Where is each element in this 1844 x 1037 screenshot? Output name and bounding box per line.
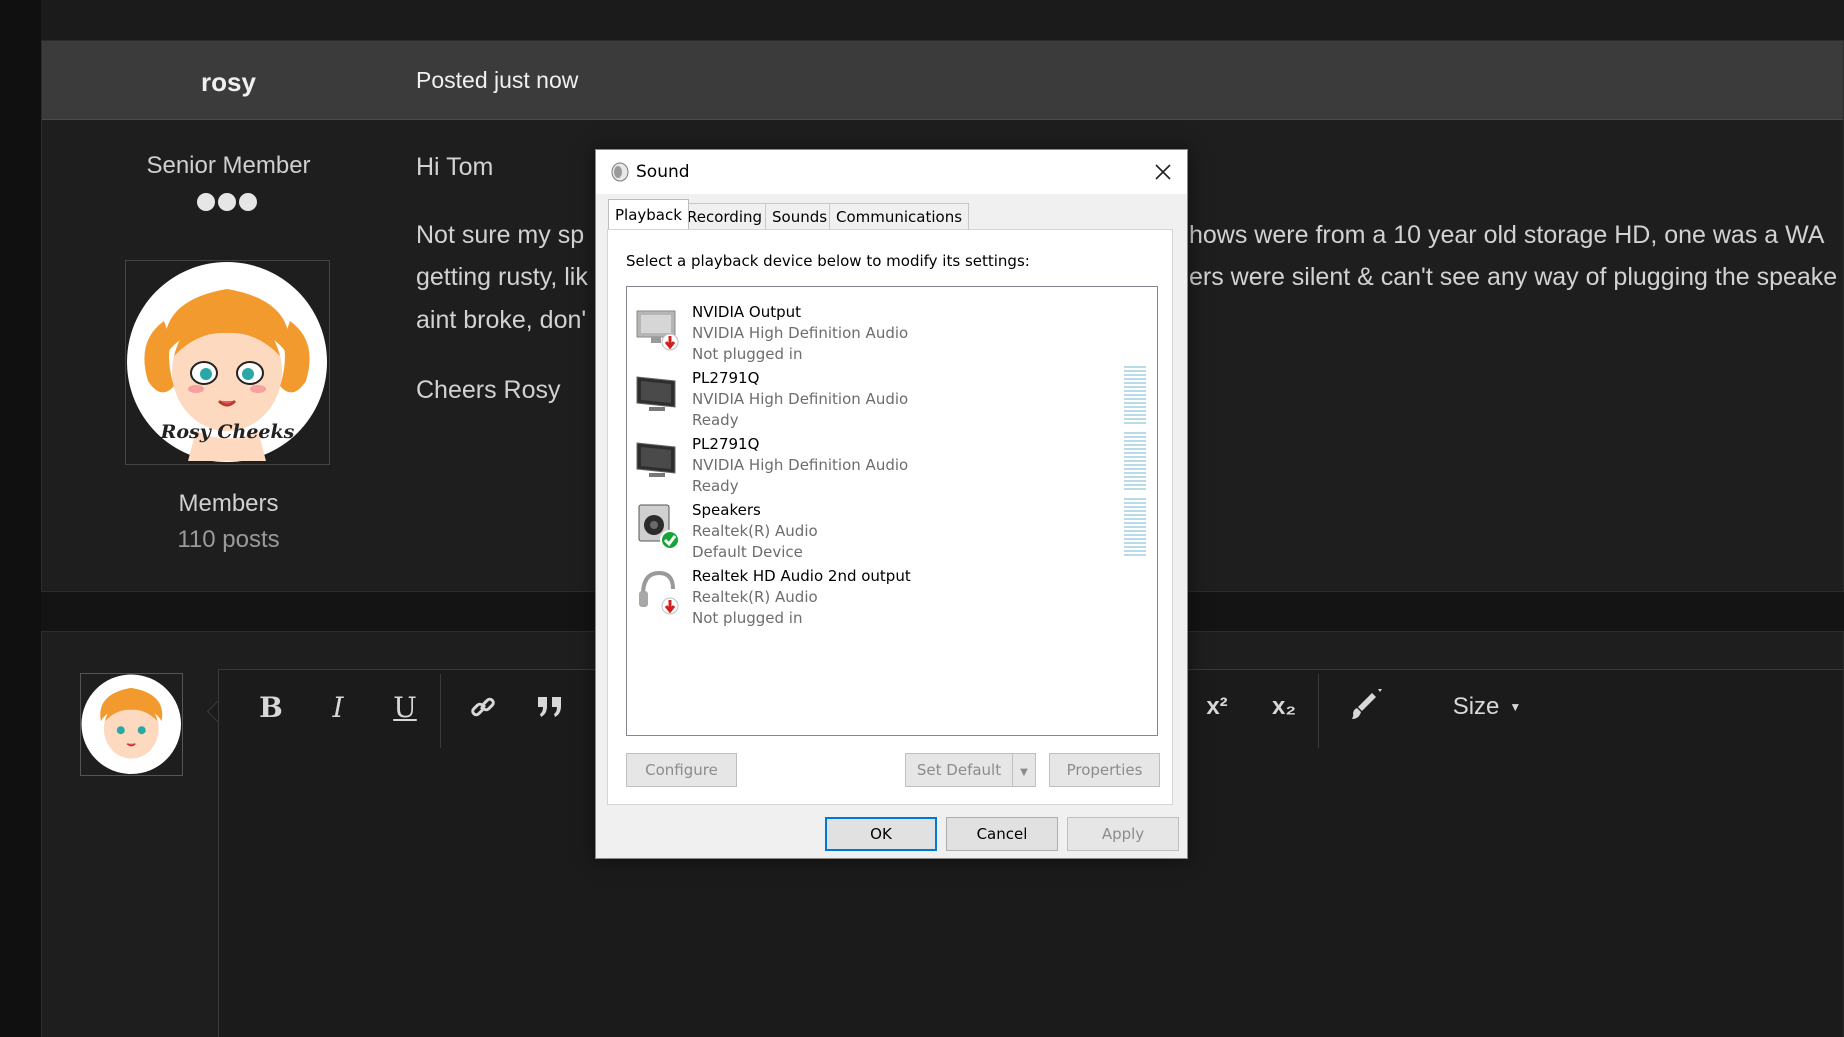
device-driver: Realtek(R) Audio <box>692 588 818 606</box>
device-item[interactable]: Speakers Realtek(R) Audio Default Device <box>627 491 1157 563</box>
font-size-label: Size <box>1452 693 1500 720</box>
sound-dialog: Sound Playback Recording Sounds Communic… <box>595 149 1188 859</box>
post-line-3-left: aint broke, don' <box>416 306 587 334</box>
speaker-default-icon <box>638 504 680 550</box>
device-driver: NVIDIA High Definition Audio <box>692 324 909 342</box>
superscript-button[interactable]: x² <box>1192 687 1242 727</box>
chevron-down-icon: ▼ <box>1509 700 1522 714</box>
device-item[interactable]: Realtek HD Audio 2nd output Realtek(R) A… <box>627 557 1157 629</box>
headphones-unplugged-icon <box>639 570 679 615</box>
chevron-down-icon: ▼ <box>1020 767 1028 778</box>
device-driver: Realtek(R) Audio <box>692 522 818 540</box>
device-item[interactable]: PL2791Q NVIDIA High Definition Audio Rea… <box>627 425 1157 497</box>
device-driver: NVIDIA High Definition Audio <box>692 456 909 474</box>
device-name: Speakers <box>692 501 761 519</box>
link-button[interactable] <box>463 687 503 727</box>
device-name: PL2791Q <box>692 435 760 453</box>
tab-sounds[interactable]: Sounds <box>765 203 835 229</box>
close-icon[interactable] <box>1151 160 1175 184</box>
left-margin <box>0 0 41 1037</box>
post-count: 110 posts <box>177 526 280 553</box>
post-signoff: Cheers Rosy <box>416 376 561 404</box>
tab-communications[interactable]: Communications <box>829 203 970 229</box>
device-name: NVIDIA Output <box>692 303 802 321</box>
speaker-icon <box>611 162 629 182</box>
monitor-unplugged-icon <box>636 310 679 351</box>
volume-meter <box>1124 432 1146 492</box>
device-item[interactable]: PL2791Q NVIDIA High Definition Audio Rea… <box>627 359 1157 431</box>
properties-button[interactable]: Properties <box>1049 753 1160 787</box>
posted-time: Posted just now <box>416 67 579 93</box>
monitor-icon <box>636 442 676 477</box>
post-line-2-left: getting rusty, lik <box>416 263 588 291</box>
device-list[interactable]: NVIDIA Output NVIDIA High Definition Aud… <box>626 286 1158 736</box>
dialog-titlebar[interactable]: Sound <box>596 150 1187 194</box>
post-header: rosy Posted just now <box>42 41 1843 120</box>
set-default-button[interactable]: Set Default <box>905 753 1012 787</box>
bold-button[interactable]: B <box>251 687 291 727</box>
device-driver: NVIDIA High Definition Audio <box>692 390 909 408</box>
tab-recording[interactable]: Recording <box>680 203 770 229</box>
post-line-1-right: hows were from a 10 year old storage HD,… <box>1189 221 1825 249</box>
configure-button[interactable]: Configure <box>626 753 737 787</box>
quote-button[interactable] <box>530 687 570 727</box>
avatar-caption: Rosy Cheeks <box>160 421 295 443</box>
tab-playback[interactable]: Playback <box>608 199 689 229</box>
device-item[interactable]: NVIDIA Output NVIDIA High Definition Aud… <box>627 293 1157 365</box>
set-default-dropdown[interactable]: ▼ <box>1012 753 1036 787</box>
device-name: PL2791Q <box>692 369 760 387</box>
apply-button[interactable]: Apply <box>1067 817 1179 851</box>
post-line-2-right: ers were silent & can't see any way of p… <box>1189 263 1838 291</box>
cancel-button[interactable]: Cancel <box>946 817 1058 851</box>
subscript-button[interactable]: x₂ <box>1259 687 1309 727</box>
author-name[interactable]: rosy <box>42 67 415 98</box>
playback-panel: Select a playback device below to modify… <box>607 229 1173 805</box>
member-rank: Senior Member <box>146 152 311 179</box>
font-size-dropdown[interactable]: Size ▼ <box>1442 687 1532 727</box>
rank-pips <box>197 193 263 213</box>
volume-meter <box>1124 366 1146 426</box>
quote-icon <box>538 697 561 717</box>
color-button[interactable] <box>1339 687 1389 727</box>
dialog-title: Sound <box>636 162 690 182</box>
post-greeting: Hi Tom <box>416 153 494 181</box>
underline-button[interactable]: U <box>385 687 425 727</box>
author-avatar[interactable]: Rosy Cheeks <box>125 260 330 465</box>
device-name: Realtek HD Audio 2nd output <box>692 567 911 585</box>
paintbrush-icon <box>1352 689 1382 719</box>
toolbar-separator <box>1318 674 1319 748</box>
italic-button[interactable]: I <box>318 687 358 727</box>
monitor-icon <box>636 376 676 411</box>
member-group: Members <box>178 490 279 517</box>
top-bar <box>41 0 1844 40</box>
current-user-avatar[interactable] <box>80 673 183 776</box>
post-line-1-left: Not sure my sp <box>416 221 585 249</box>
volume-meter <box>1124 498 1146 558</box>
toolbar-separator <box>440 674 441 748</box>
link-icon <box>471 697 495 717</box>
device-status: Not plugged in <box>692 609 803 627</box>
instruction-text: Select a playback device below to modify… <box>626 252 1030 270</box>
ok-button[interactable]: OK <box>825 817 937 851</box>
